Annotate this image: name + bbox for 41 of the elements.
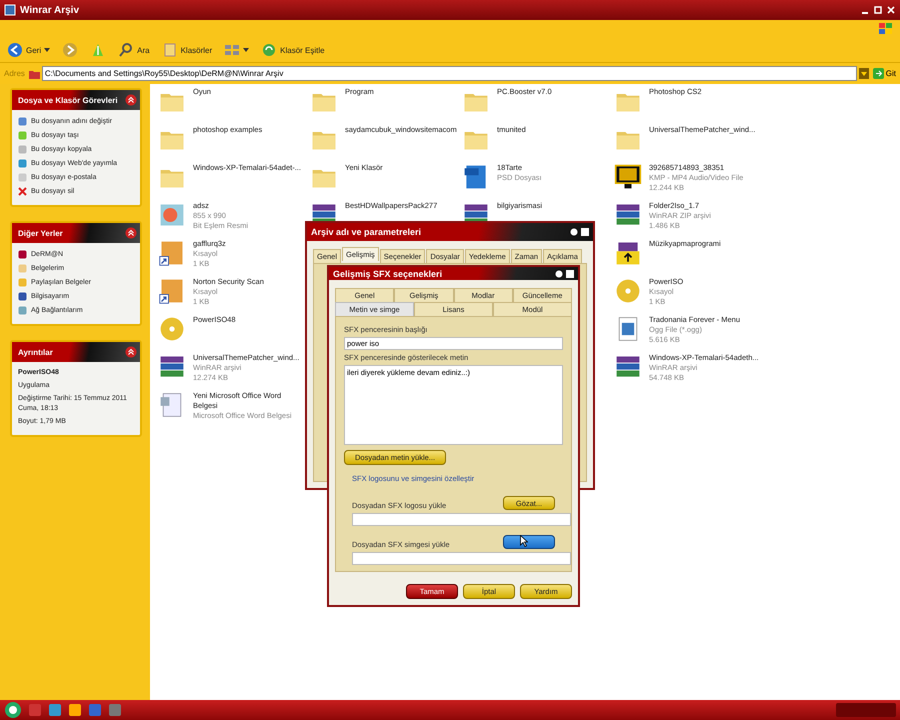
panel-title: Ayrıntılar [18,348,53,356]
back-button[interactable]: Geri [6,41,52,59]
window-icon [4,4,16,16]
delete-icon [18,187,27,196]
go-arrow-icon [872,68,884,79]
search-icon [118,42,134,58]
folder-icon [28,68,40,78]
app-icon[interactable] [48,703,62,717]
collapse-icon[interactable] [125,227,137,239]
collapse-icon[interactable] [125,94,137,106]
monitor-icon [614,163,642,191]
dialog-title: Gelişmiş SFX seçenekleri [333,268,442,278]
browse-button[interactable] [503,535,555,549]
window-title: Winrar Arşiv [20,4,80,16]
maximize-icon[interactable] [873,5,883,15]
path-field[interactable] [352,552,571,565]
cursor-icon [520,535,528,547]
app-icon[interactable] [68,703,82,717]
sync-icon [261,42,278,58]
dialog-title: Arşiv adı ve parametreleri [311,227,422,237]
caret-icon [44,47,50,53]
views-icon [224,42,240,58]
windows-logo-icon [878,22,894,36]
caret-icon [243,47,250,53]
address-label: Adres [4,69,25,78]
dropdown-icon[interactable] [858,68,869,79]
address-field[interactable]: C:\Documents and Settings\Roy55\Desktop\DeRM@N\Winrar Arşiv [42,66,857,81]
back-icon [7,42,23,58]
path-field[interactable] [352,513,571,526]
disc-icon [158,315,186,343]
collapse-icon[interactable] [125,346,137,358]
sync-button[interactable]: Klasör Eşitle [260,41,326,59]
system-tray [836,703,896,717]
go-button[interactable]: Git [872,68,896,79]
panel-title: Diğer Yerler [18,228,63,238]
search-button[interactable]: Ara [117,41,151,59]
disc-icon [614,277,642,305]
panel-title: Dosya ve Klasör Görevleri [18,96,118,104]
start-orb-icon[interactable] [4,701,22,719]
folders-button[interactable]: Klasörler [160,41,214,59]
forward-icon [62,42,78,58]
